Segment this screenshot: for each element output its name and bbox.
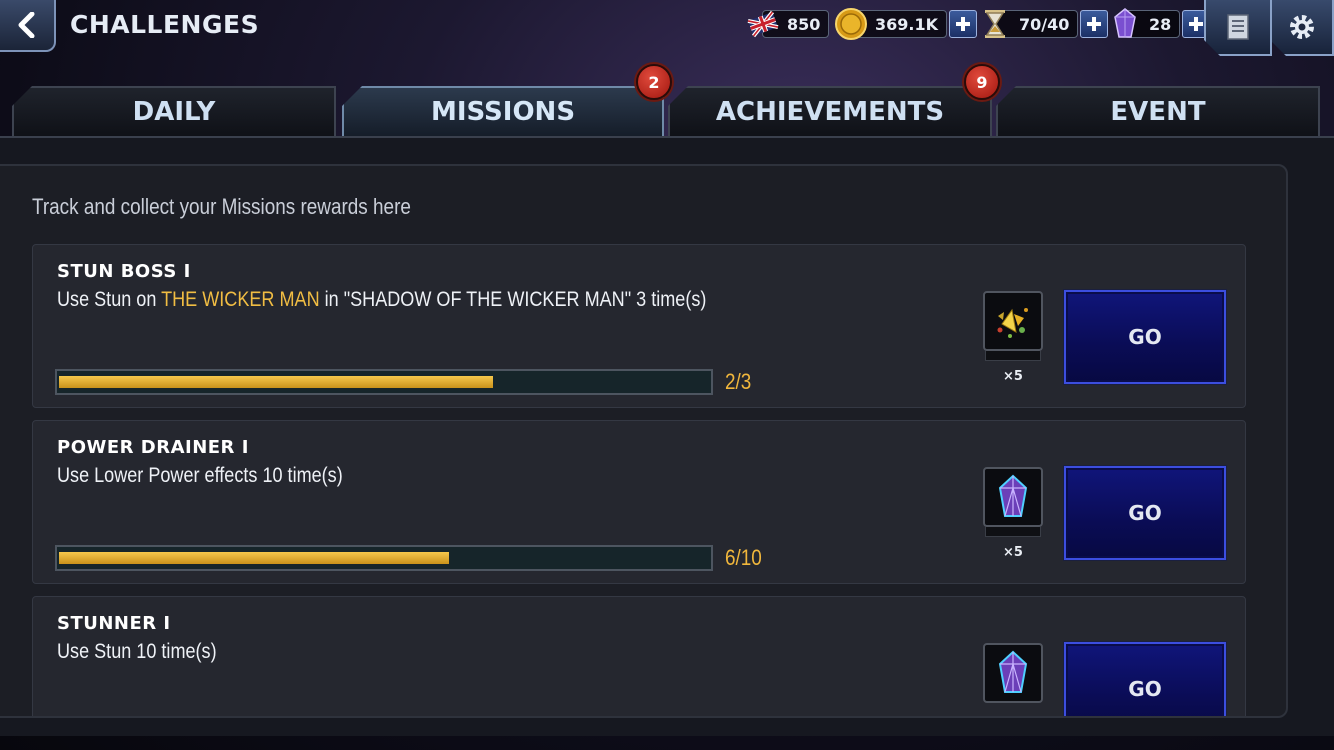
progress-text: 2/3 [725,369,752,394]
back-button[interactable] [0,0,56,52]
mission-title: STUN BOSS I [57,261,191,282]
crystal-icon [998,474,1028,517]
add-gold-button[interactable] [949,10,978,38]
quest-log-button[interactable] [1204,0,1272,56]
tab-missions[interactable]: MISSIONS [342,86,664,136]
union-jack-icon [746,7,780,41]
plus-icon [1087,17,1102,31]
gold-counter[interactable]: 369.1K [834,7,978,41]
mission-description: Use Stun 10 time(s) [57,640,217,663]
crystal-icon [1108,7,1142,41]
section-subtitle: Track and collect your Missions rewards … [32,194,411,219]
mission-title: STUNNER I [57,613,171,634]
crystal-icon [998,650,1028,693]
mission-card-stunner: STUNNER I Use Stun 10 time(s) GO [32,596,1246,716]
missions-list-panel: Track and collect your Missions rewards … [0,164,1288,718]
progress-fill [59,552,449,564]
go-button[interactable]: GO [1064,642,1226,716]
reward-quantity: ×5 [1003,545,1023,560]
hourglass-icon [978,7,1012,41]
go-button[interactable]: GO [1064,466,1226,560]
mission-title: POWER DRAINER I [57,437,249,458]
reward-quantity: ×5 [1003,369,1023,384]
crystals-counter[interactable]: 28 [1108,7,1211,41]
mission-description: Use Lower Power effects 10 time(s) [57,464,343,487]
reward-item[interactable] [983,291,1043,351]
scroll-icon [1227,14,1249,40]
plus-icon [1189,17,1204,31]
progress-fill [59,376,493,388]
mission-description: Use Stun on THE WICKER MAN in "SHADOW OF… [57,288,707,311]
mission-card-stun-boss: STUN BOSS I Use Stun on THE WICKER MAN i… [32,244,1246,408]
energy-counter[interactable]: 70/40 [978,7,1109,41]
chevron-left-icon [18,12,35,38]
header-bar: CHALLENGES 850 369.1K 70/40 28 [0,0,1334,56]
tab-achievements[interactable]: ACHIEVEMENTS [668,86,992,136]
achievements-notification-badge: 9 [964,64,1000,100]
mission-card-power-drainer: POWER DRAINER I Use Lower Power effects … [32,420,1246,584]
page-title: CHALLENGES [70,10,260,39]
units-counter[interactable]: 850 [746,7,830,41]
gold-fragments-icon [997,308,1028,338]
add-energy-button[interactable] [1080,10,1109,38]
gear-icon [1290,15,1314,39]
tab-event[interactable]: EVENT [996,86,1320,136]
settings-button[interactable] [1270,0,1334,56]
tab-daily[interactable]: DAILY [12,86,336,136]
reward-base [985,351,1041,361]
progress-bar [55,545,713,571]
go-button[interactable]: GO [1064,290,1226,384]
reward-item[interactable] [983,643,1043,703]
missions-notification-badge: 2 [636,64,672,100]
gold-coin-icon [834,7,868,41]
plus-icon [956,17,971,31]
progress-text: 6/10 [725,545,762,570]
mission-target-highlight: THE WICKER MAN [161,288,320,311]
reward-base [985,527,1041,537]
progress-bar [55,369,713,395]
reward-item[interactable] [983,467,1043,527]
